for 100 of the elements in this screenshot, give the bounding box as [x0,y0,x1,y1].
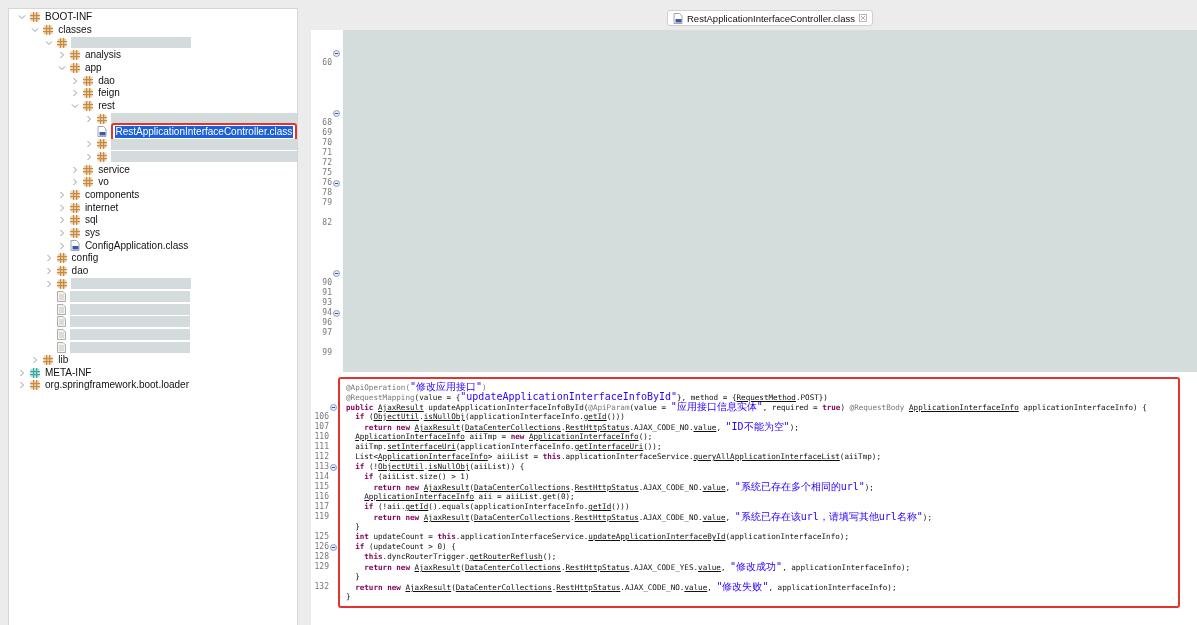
line-number: 128 [314,552,329,562]
chevron-right-icon[interactable] [72,76,79,85]
chevron-right-icon[interactable] [19,381,25,390]
class-file-icon [673,12,683,24]
package-icon [30,367,40,378]
line-number: 91 [322,288,332,298]
package-icon [83,177,94,188]
collapse-icon[interactable] [330,463,337,471]
line-number: 117 [314,502,329,512]
line-number: 96 [322,318,332,328]
line-number: 111 [314,442,329,452]
redacted-label[interactable] [69,316,190,328]
redacted-label[interactable] [69,303,190,315]
chevron-right-icon[interactable] [72,178,79,187]
chevron-right-icon[interactable] [58,229,65,238]
chevron-right-icon[interactable] [58,190,65,199]
line-number: 99 [322,348,332,358]
chevron-right-icon[interactable] [85,140,92,149]
tree-item[interactable]: dao [97,74,116,87]
chevron-right-icon[interactable] [19,368,25,377]
package-icon [30,380,40,391]
chevron-right-icon[interactable] [45,279,52,288]
collapse-icon[interactable] [330,403,337,411]
file-icon [56,290,66,302]
chevron-right-icon[interactable] [72,89,79,98]
close-icon[interactable] [858,14,867,22]
tree-item[interactable]: dao [70,265,90,278]
line-number: 93 [322,298,332,308]
tree-item[interactable]: analysis [83,49,123,62]
package-icon [69,50,80,61]
redacted-label[interactable] [70,37,191,49]
redacted-label[interactable] [70,278,191,290]
line-number: 106 [314,412,329,422]
chevron-down-icon[interactable] [18,14,26,21]
line-number: 94 [322,308,332,318]
line-number: 79 [322,198,332,208]
line-number: 125 [314,532,329,542]
tree-item[interactable]: BOOT-INF [44,11,94,24]
collapse-icon[interactable] [333,109,340,117]
redacted-label[interactable] [110,113,297,125]
tree-item[interactable]: service [97,163,131,176]
tree-item[interactable]: vo [97,176,110,189]
package-icon [43,354,54,365]
line-number: 126 [314,542,329,552]
package-icon [96,139,107,150]
chevron-right-icon[interactable] [58,203,65,212]
collapse-icon[interactable] [333,179,340,187]
package-icon [56,253,67,264]
chevron-right-icon[interactable] [58,216,65,225]
package-icon [83,101,94,112]
collapse-icon[interactable] [333,269,340,277]
tree-item[interactable]: sys [83,227,101,240]
chevron-right-icon[interactable] [45,267,52,276]
package-icon [56,37,67,48]
line-number: 78 [322,188,332,198]
tree-item[interactable]: classes [57,24,93,37]
line-number: 70 [322,138,332,148]
line-number: 90 [322,278,332,288]
redacted-label[interactable] [110,138,297,150]
tree-item[interactable]: META-INF [44,366,93,379]
tree-item[interactable]: RestApplicationInterfaceController.class [114,125,294,138]
package-icon [69,189,80,200]
redacted-label[interactable] [110,151,297,163]
collapse-icon[interactable] [330,543,337,551]
chevron-right-icon[interactable] [58,241,65,250]
tree-item[interactable]: app [83,62,103,75]
chevron-down-icon[interactable] [31,27,40,34]
tree-item[interactable]: feign [97,87,121,100]
tree-item[interactable]: config [70,252,100,265]
collapse-icon[interactable] [333,309,340,317]
tree-item[interactable]: lib [57,353,70,366]
chevron-right-icon[interactable] [32,355,39,364]
tree-item[interactable]: components [83,188,141,201]
redacted-label[interactable] [69,290,190,302]
tree-item[interactable]: org.springframework.boot.loader [44,379,190,392]
tree-item[interactable]: rest [97,100,116,113]
class-file-icon [69,240,80,252]
line-number: 107 [314,422,329,432]
line-number: 113 [314,462,329,472]
line-number: 68 [322,118,332,128]
chevron-right-icon[interactable] [58,51,65,60]
collapse-icon[interactable] [333,49,340,57]
file-icon [56,341,66,353]
chevron-right-icon[interactable] [85,152,92,161]
line-number: 72 [322,158,332,168]
redacted-label[interactable] [69,341,190,353]
tree-item[interactable]: internet [83,201,120,214]
editor-tab[interactable]: RestApplicationInterfaceController.class [667,10,873,26]
chevron-down-icon[interactable] [57,65,66,72]
tree-item[interactable]: sql [83,214,99,227]
tree-item[interactable]: ConfigApplication.class [83,239,190,252]
line-number: 114 [314,472,329,482]
chevron-right-icon[interactable] [45,254,52,263]
chevron-right-icon[interactable] [72,165,79,174]
chevron-down-icon[interactable] [71,103,80,110]
redacted-label[interactable] [69,329,190,341]
class-file-icon [96,126,107,138]
chevron-down-icon[interactable] [44,39,53,46]
chevron-right-icon[interactable] [85,114,92,123]
file-icon [56,316,66,328]
